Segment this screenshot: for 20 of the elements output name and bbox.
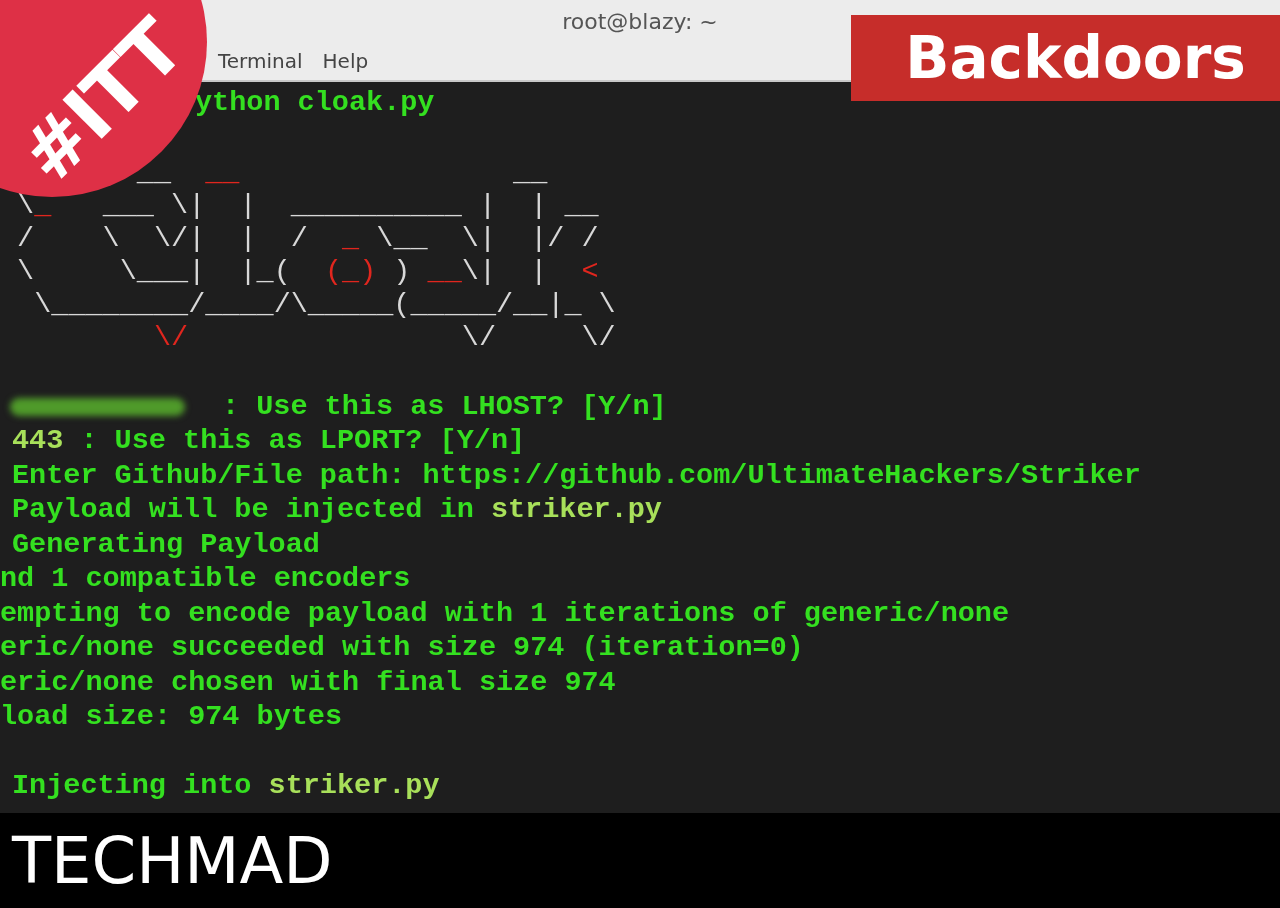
terminal-line: 443 : Use this as LPORT? [Y/n] — [11, 424, 526, 459]
terminal-line: eric/none chosen with final size 974 — [0, 665, 616, 700]
terminal-line: Enter Github/File path: https://github.com/UltimateHackers/Striker — [11, 458, 1141, 493]
window-title: root@blazy: ~ — [562, 8, 718, 34]
terminal-line: Generating Payload — [11, 527, 320, 562]
ascii-art-line: \ \___| |_( (_) ) __\| | < — [16, 254, 599, 288]
menu-item[interactable]: Terminal — [218, 49, 303, 73]
ascii-art-line: \________/____/\_____(_____/__|_ \ — [33, 287, 616, 321]
ascii-art-line: / \ \/| | / _ \__ \| |/ / — [16, 221, 599, 255]
terminal-line: load size: 974 bytes — [0, 700, 343, 735]
terminal-line: Payload will be injected in striker.py — [11, 493, 662, 528]
terminal-line: Injecting into striker.py — [11, 769, 440, 804]
ascii-art-line: \/ \/ \/ — [152, 320, 616, 354]
banner: Backdoors — [851, 15, 1280, 101]
terminal-line: : Use this as LHOST? [Y/n] — [0, 389, 667, 424]
brand-name: TECHMAD — [10, 823, 333, 898]
terminal-line: nd 1 compatible encoders — [0, 562, 411, 597]
menu-item[interactable]: Help — [322, 49, 369, 73]
terminal-line: eric/none succeeded with size 974 (iteration=0) — [0, 631, 804, 666]
terminal-line: empting to encode payload with 1 iterations of generic/none — [0, 596, 1010, 631]
